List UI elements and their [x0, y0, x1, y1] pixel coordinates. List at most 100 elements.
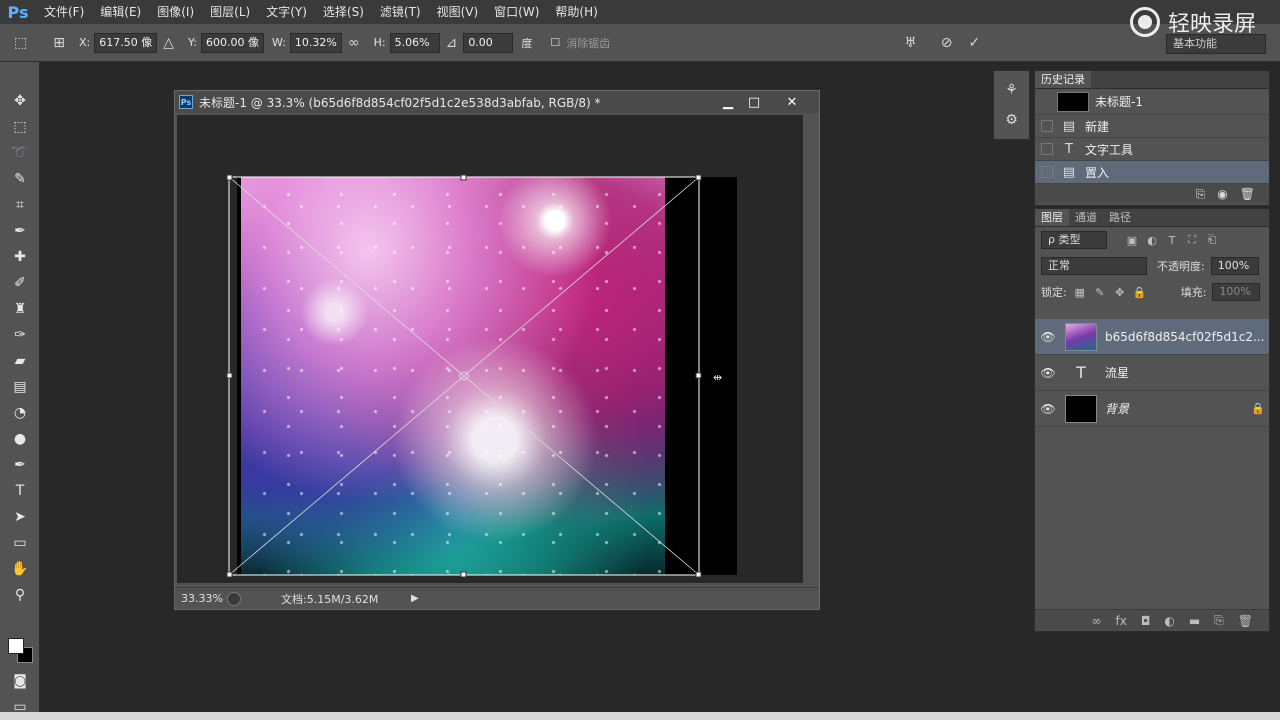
- type-tool-icon[interactable]: T: [0, 478, 40, 504]
- healing-brush-tool-icon[interactable]: ✚: [0, 244, 40, 270]
- crop-tool-icon[interactable]: ⌗: [0, 192, 40, 218]
- menu-window[interactable]: 窗口(W): [486, 0, 547, 24]
- history-check[interactable]: [1041, 143, 1053, 155]
- free-transform-bounding-box[interactable]: ⇹: [226, 174, 722, 578]
- angle-input[interactable]: 0.00: [463, 32, 514, 53]
- minimize-button[interactable]: ▁: [715, 93, 741, 111]
- foreground-color-swatch[interactable]: [8, 638, 24, 654]
- quick-mask-icon[interactable]: ◙: [0, 668, 40, 694]
- lock-row: 锁定: ▦ ✎ ✥ 🔒 填充: 100%: [1035, 279, 1269, 305]
- layer-row-text[interactable]: 👁 T 流星: [1035, 355, 1269, 391]
- menu-view[interactable]: 视图(V): [429, 0, 487, 24]
- opacity-label: 不透明度:: [1157, 260, 1205, 273]
- layers-panel-footer: ∞ fx ◘ ◐ ▬ ⎘ 🗑: [1035, 609, 1269, 631]
- status-menu-arrow-icon[interactable]: ▶: [411, 593, 419, 604]
- gradient-tool-icon[interactable]: ▤: [0, 374, 40, 400]
- blur-tool-icon[interactable]: ◔: [0, 400, 40, 426]
- path-select-tool-icon[interactable]: ➤: [0, 504, 40, 530]
- adjustments-icon[interactable]: ⚙: [994, 105, 1029, 135]
- brush-presets-icon[interactable]: ⚘: [994, 75, 1029, 105]
- warp-icon[interactable]: ♅: [904, 35, 917, 51]
- adjustment-filter-icon[interactable]: ◐: [1145, 234, 1159, 247]
- shape-tool-icon[interactable]: ▭: [0, 530, 40, 556]
- zoom-tool-icon[interactable]: ⚲: [0, 582, 40, 608]
- camera-icon[interactable]: ◉: [1217, 187, 1227, 201]
- adjustment-layer-icon[interactable]: ◐: [1164, 614, 1174, 628]
- new-document-from-state-icon[interactable]: ⎘: [1196, 187, 1206, 202]
- link-layers-icon[interactable]: ∞: [1092, 614, 1102, 628]
- reference-point-icon[interactable]: ⊞: [53, 35, 65, 51]
- opacity-input[interactable]: 100%: [1210, 257, 1259, 275]
- maximize-button[interactable]: □: [741, 93, 767, 111]
- cancel-transform-icon[interactable]: ⊘: [941, 35, 953, 51]
- new-group-icon[interactable]: ▬: [1189, 614, 1200, 628]
- tab-history[interactable]: 历史记录: [1035, 71, 1091, 88]
- history-item-new[interactable]: ▤ 新建: [1035, 115, 1269, 138]
- status-info-icon[interactable]: [227, 591, 241, 606]
- move-tool-icon[interactable]: ✥: [0, 88, 40, 114]
- link-icon[interactable]: ∞: [348, 35, 360, 51]
- lock-transparent-icon[interactable]: ▦: [1073, 286, 1087, 299]
- menu-help[interactable]: 帮助(H): [547, 0, 605, 24]
- history-snapshot[interactable]: 未标题-1: [1035, 89, 1269, 115]
- layer-row-background[interactable]: 👁 背景 🔒: [1035, 391, 1269, 427]
- tab-paths[interactable]: 路径: [1103, 209, 1137, 226]
- tab-channels[interactable]: 通道: [1069, 209, 1103, 226]
- menu-filter[interactable]: 滤镜(T): [372, 0, 429, 24]
- delta-icon[interactable]: △: [163, 35, 174, 51]
- type-filter-icon[interactable]: T: [1165, 234, 1179, 247]
- add-mask-icon[interactable]: ◘: [1141, 614, 1151, 628]
- smart-object-filter-icon[interactable]: ⎗: [1205, 233, 1219, 247]
- eyedropper-tool-icon[interactable]: ✒: [0, 218, 40, 244]
- menu-file[interactable]: 文件(F): [36, 0, 92, 24]
- lock-all-icon[interactable]: 🔒: [1133, 286, 1147, 299]
- history-item-place[interactable]: ▤ 置入: [1035, 161, 1269, 184]
- shape-filter-icon[interactable]: ⛶: [1185, 233, 1199, 247]
- zoom-level[interactable]: 33.33%: [175, 592, 227, 605]
- eye-icon[interactable]: 👁: [1035, 330, 1061, 344]
- marquee-tool-icon[interactable]: ⬚: [0, 114, 40, 140]
- history-item-text-tool[interactable]: T 文字工具: [1035, 138, 1269, 161]
- trash-icon[interactable]: 🗑: [1240, 187, 1255, 201]
- lock-image-icon[interactable]: ✎: [1093, 286, 1107, 299]
- layer-row-smart-object[interactable]: 👁 b65d6f8d854cf02f5d1c2...: [1035, 319, 1269, 355]
- close-button[interactable]: ✕: [779, 93, 805, 111]
- canvas-area[interactable]: ⇹: [177, 115, 803, 583]
- rotate-angle-icon: ⊿: [445, 34, 458, 51]
- text-layer-icon: T: [1076, 363, 1086, 382]
- menu-image[interactable]: 图像(I): [149, 0, 202, 24]
- history-brush-tool-icon[interactable]: ✑: [0, 322, 40, 348]
- transform-tool-icon[interactable]: ⬚: [14, 35, 27, 51]
- pen-tool-icon[interactable]: ✒: [0, 452, 40, 478]
- fx-icon[interactable]: fx: [1116, 614, 1127, 628]
- blend-mode-select[interactable]: 正常: [1041, 257, 1147, 275]
- pixel-filter-icon[interactable]: ▣: [1125, 234, 1139, 247]
- menu-type[interactable]: 文字(Y): [258, 0, 315, 24]
- antialias-checkbox[interactable]: ☐: [550, 36, 560, 49]
- history-check[interactable]: [1041, 120, 1053, 132]
- eraser-tool-icon[interactable]: ▰: [0, 348, 40, 374]
- quick-select-tool-icon[interactable]: ✎: [0, 166, 40, 192]
- fill-input[interactable]: 100%: [1212, 283, 1261, 301]
- dodge-tool-icon[interactable]: ●: [0, 426, 40, 452]
- menu-edit[interactable]: 编辑(E): [92, 0, 149, 24]
- menu-layer[interactable]: 图层(L): [202, 0, 258, 24]
- x-input[interactable]: 617.50 像: [94, 32, 158, 53]
- width-input[interactable]: 10.32%: [289, 32, 342, 53]
- trash-icon[interactable]: 🗑: [1238, 614, 1253, 628]
- menu-select[interactable]: 选择(S): [315, 0, 372, 24]
- hand-tool-icon[interactable]: ✋: [0, 556, 40, 582]
- clone-stamp-tool-icon[interactable]: ♜: [0, 296, 40, 322]
- brush-tool-icon[interactable]: ✐: [0, 270, 40, 296]
- layer-filter-select[interactable]: ρ 类型: [1041, 231, 1107, 249]
- eye-icon[interactable]: 👁: [1035, 402, 1061, 416]
- eye-icon[interactable]: 👁: [1035, 366, 1061, 380]
- lasso-tool-icon[interactable]: ➰: [0, 140, 40, 166]
- new-layer-icon[interactable]: ⎘: [1214, 613, 1224, 628]
- y-input[interactable]: 600.00 像: [200, 32, 264, 53]
- tab-layers[interactable]: 图层: [1035, 209, 1069, 226]
- height-input[interactable]: 5.06%: [389, 32, 440, 53]
- history-check[interactable]: [1041, 166, 1053, 178]
- commit-transform-icon[interactable]: ✓: [968, 35, 980, 51]
- lock-position-icon[interactable]: ✥: [1113, 286, 1127, 299]
